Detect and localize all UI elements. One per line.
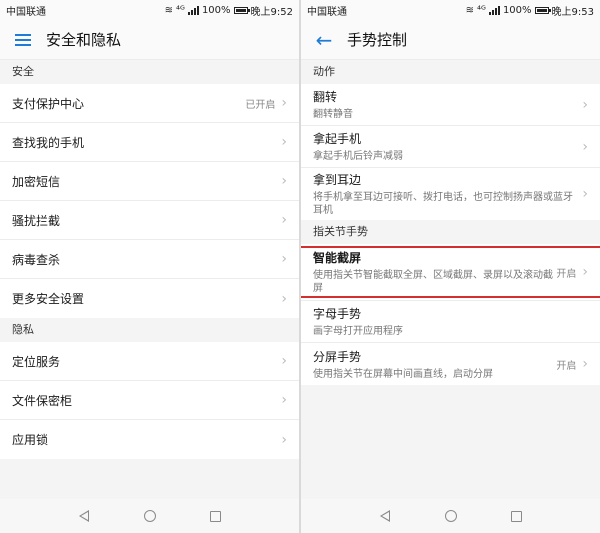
- navigation-bar: [0, 499, 299, 533]
- privacy-list: 定位服务 › 文件保密柜 › 应用锁 ›: [0, 342, 299, 459]
- file-safe-item[interactable]: 文件保密柜 ›: [0, 381, 299, 420]
- item-label: 加密短信: [12, 174, 61, 189]
- item-description: 翻转静音: [313, 109, 353, 120]
- letter-gesture-item[interactable]: 字母手势 画字母打开应用程序: [301, 301, 600, 343]
- wifi-icon: ≋: [164, 4, 174, 16]
- item-label: 更多安全设置: [12, 292, 85, 306]
- item-label: 智能截屏: [313, 251, 362, 265]
- chevron-right-icon: ›: [582, 96, 588, 113]
- pick-up-phone-item[interactable]: 拿起手机 拿起手机后铃声减弱 ›: [301, 126, 600, 168]
- item-label: 分屏手势: [313, 349, 362, 364]
- section-header-knuckle-gestures: 指关节手势: [301, 220, 600, 244]
- navigation-bar: [301, 499, 600, 533]
- chevron-right-icon: ›: [582, 186, 588, 202]
- location-service-item[interactable]: 定位服务 ›: [0, 342, 299, 381]
- actions-list: 翻转 翻转静音 › 拿起手机 拿起手机后铃声减弱 › 拿到耳边 将手机拿至耳边可…: [301, 84, 600, 220]
- chevron-right-icon: ›: [281, 353, 287, 369]
- item-label: 骚扰拦截: [12, 213, 61, 228]
- hamburger-icon[interactable]: [12, 29, 34, 51]
- knuckle-gestures-list: 智能截屏 使用指关节智能截取全屏、区域截屏、录屏以及滚动截屏 开启 › 字母手势…: [301, 244, 600, 385]
- more-security-settings-item[interactable]: 更多安全设置 ›: [0, 279, 299, 318]
- item-label: 应用锁: [12, 433, 49, 447]
- battery-percent: 100%: [502, 4, 532, 16]
- nav-back-icon[interactable]: [378, 509, 392, 523]
- item-status: 开启: [556, 268, 577, 280]
- virus-scan-item[interactable]: 病毒查杀 ›: [0, 240, 299, 279]
- chevron-right-icon: ›: [582, 138, 588, 155]
- nav-recents-icon[interactable]: [510, 509, 524, 523]
- page-title: 安全和隐私: [46, 31, 122, 49]
- item-label: 查找我的手机: [12, 135, 85, 150]
- chevron-right-icon: ›: [582, 264, 588, 280]
- security-list: 支付保护中心 已开启 › 查找我的手机 › 加密短信 › 骚扰拦截 › 病毒查杀…: [0, 84, 299, 318]
- chevron-right-icon: ›: [281, 134, 287, 150]
- network-type: ⁴ᴳ: [477, 4, 486, 16]
- carrier-label: 中国联通: [307, 6, 347, 18]
- item-label: 支付保护中心: [12, 96, 85, 111]
- network-type: ⁴ᴳ: [176, 4, 185, 16]
- page-title: 手势控制: [347, 31, 408, 49]
- item-label: 定位服务: [12, 354, 61, 369]
- battery-percent: 100%: [201, 4, 231, 16]
- chevron-right-icon: ›: [582, 356, 588, 372]
- signal-icon: [488, 5, 500, 15]
- chevron-right-icon: ›: [281, 95, 287, 111]
- section-header-actions: 动作: [301, 60, 600, 84]
- encrypted-sms-item[interactable]: 加密短信 ›: [0, 162, 299, 201]
- status-bar: 中国联通 ≋ ⁴ᴳ 100% 晚上9:52: [0, 0, 299, 20]
- app-root: 中国联通 ≋ ⁴ᴳ 100% 晚上9:52 安全和隐私 安全 支付保护中心 已开…: [0, 0, 600, 533]
- nav-home-icon[interactable]: [444, 509, 458, 523]
- chevron-right-icon: ›: [281, 392, 287, 408]
- wifi-icon: ≋: [465, 4, 475, 16]
- item-label: 翻转: [313, 90, 338, 104]
- chevron-right-icon: ›: [281, 212, 287, 228]
- title-bar: 安全和隐私: [0, 20, 299, 60]
- signal-icon: [187, 5, 199, 15]
- nav-recents-icon[interactable]: [209, 509, 223, 523]
- gesture-control-screen: 中国联通 ≋ ⁴ᴳ 100% 晚上9:53 ← 手势控制 动作 翻转 翻转静音 …: [301, 0, 600, 533]
- app-lock-item[interactable]: 应用锁 ›: [0, 420, 299, 459]
- find-my-phone-item[interactable]: 查找我的手机 ›: [0, 123, 299, 162]
- smart-screenshot-item[interactable]: 智能截屏 使用指关节智能截取全屏、区域截屏、录屏以及滚动截屏 开启 ›: [301, 244, 600, 301]
- status-bar: 中国联通 ≋ ⁴ᴳ 100% 晚上9:53: [301, 0, 600, 20]
- item-description: 将手机拿至耳边可接听、拨打电话，也可控制扬声器或蓝牙耳机: [313, 192, 573, 216]
- raise-to-ear-item[interactable]: 拿到耳边 将手机拿至耳边可接听、拨打电话，也可控制扬声器或蓝牙耳机 ›: [301, 168, 600, 220]
- back-arrow-icon[interactable]: ←: [313, 29, 335, 51]
- title-bar: ← 手势控制: [301, 20, 600, 60]
- nav-back-icon[interactable]: [77, 509, 91, 523]
- battery-icon: [534, 6, 551, 14]
- item-label: 字母手势: [313, 307, 362, 321]
- harassment-block-item[interactable]: 骚扰拦截 ›: [0, 201, 299, 240]
- chevron-right-icon: ›: [281, 431, 287, 448]
- chevron-right-icon: ›: [281, 173, 287, 189]
- item-label: 拿到耳边: [313, 173, 362, 187]
- chevron-right-icon: ›: [281, 251, 287, 267]
- item-description: 使用指关节在屏幕中间画直线，启动分屏: [313, 368, 493, 380]
- item-label: 拿起手机: [313, 132, 362, 146]
- flip-item[interactable]: 翻转 翻转静音 ›: [301, 84, 600, 126]
- section-header-security: 安全: [0, 60, 299, 84]
- security-privacy-screen: 中国联通 ≋ ⁴ᴳ 100% 晚上9:52 安全和隐私 安全 支付保护中心 已开…: [0, 0, 299, 533]
- clock: 晚上9:52: [250, 6, 293, 18]
- chevron-right-icon: ›: [281, 290, 287, 307]
- item-status: 开启: [556, 360, 577, 372]
- item-description: 使用指关节智能截取全屏、区域截屏、录屏以及滚动截屏: [313, 270, 553, 294]
- carrier-label: 中国联通: [6, 6, 46, 18]
- battery-icon: [233, 6, 250, 14]
- item-description: 拿起手机后铃声减弱: [313, 151, 403, 162]
- item-description: 画字母打开应用程序: [313, 326, 403, 337]
- clock: 晚上9:53: [551, 6, 594, 18]
- split-screen-gesture-item[interactable]: 分屏手势 使用指关节在屏幕中间画直线，启动分屏 开启 ›: [301, 343, 600, 385]
- nav-home-icon[interactable]: [143, 509, 157, 523]
- payment-protection-item[interactable]: 支付保护中心 已开启 ›: [0, 84, 299, 123]
- item-status: 已开启: [245, 99, 276, 111]
- item-label: 文件保密柜: [12, 393, 73, 408]
- section-header-privacy: 隐私: [0, 318, 299, 342]
- item-label: 病毒查杀: [12, 252, 61, 267]
